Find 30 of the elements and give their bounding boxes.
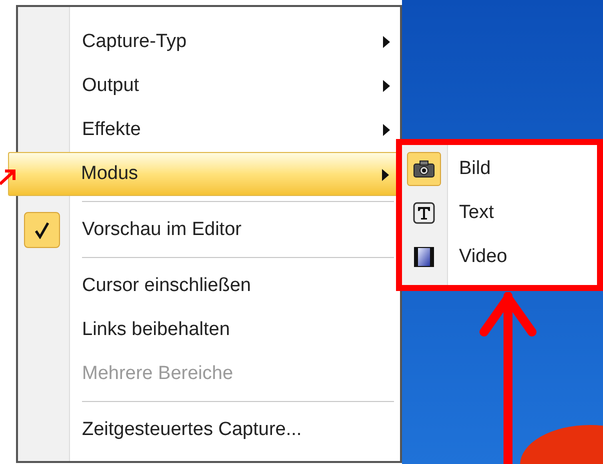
- camera-icon: [413, 160, 435, 178]
- menu-item-label: Modus: [81, 162, 138, 186]
- submenu-item[interactable]: Bild: [402, 147, 597, 191]
- menu-item-label: Output: [82, 74, 140, 98]
- menu-item-label: Zeitgesteuertes Capture...: [82, 418, 302, 442]
- film-strip-icon: [413, 246, 435, 268]
- menu-item[interactable]: Capture-Typ: [18, 20, 400, 64]
- submenu-arrow-icon: [383, 36, 390, 48]
- menu-item-label: Mehrere Bereiche: [82, 362, 234, 386]
- letter-t-icon: [413, 202, 435, 224]
- menu-item[interactable]: Vorschau im Editor: [18, 208, 400, 252]
- menu-item[interactable]: Output: [18, 64, 400, 108]
- submenu-item[interactable]: Text: [402, 191, 597, 235]
- submenu-item-label: Bild: [459, 156, 491, 181]
- menu-item-label: Effekte: [82, 118, 141, 142]
- menu-item[interactable]: Zeitgesteuertes Capture...: [18, 408, 400, 452]
- submenu-arrow-icon: [382, 169, 389, 181]
- arrow-right-annotation: [0, 168, 16, 186]
- submenu-item[interactable]: Video: [402, 235, 597, 279]
- menu-item[interactable]: Effekte: [18, 108, 400, 152]
- submenu-arrow-icon: [383, 124, 390, 136]
- menu-item-label: Capture-Typ: [82, 30, 187, 54]
- submenu-arrow-icon: [383, 80, 390, 92]
- submenu-item-label: Text: [459, 200, 494, 225]
- menu-item[interactable]: Links beibehalten: [18, 308, 400, 352]
- menu-item-label: Vorschau im Editor: [82, 218, 242, 242]
- menu-item[interactable]: Cursor einschließen: [18, 264, 400, 308]
- menu-item-label: Cursor einschließen: [82, 274, 251, 298]
- menu-item-label: Links beibehalten: [82, 318, 230, 342]
- submenu-item-label: Video: [459, 244, 508, 269]
